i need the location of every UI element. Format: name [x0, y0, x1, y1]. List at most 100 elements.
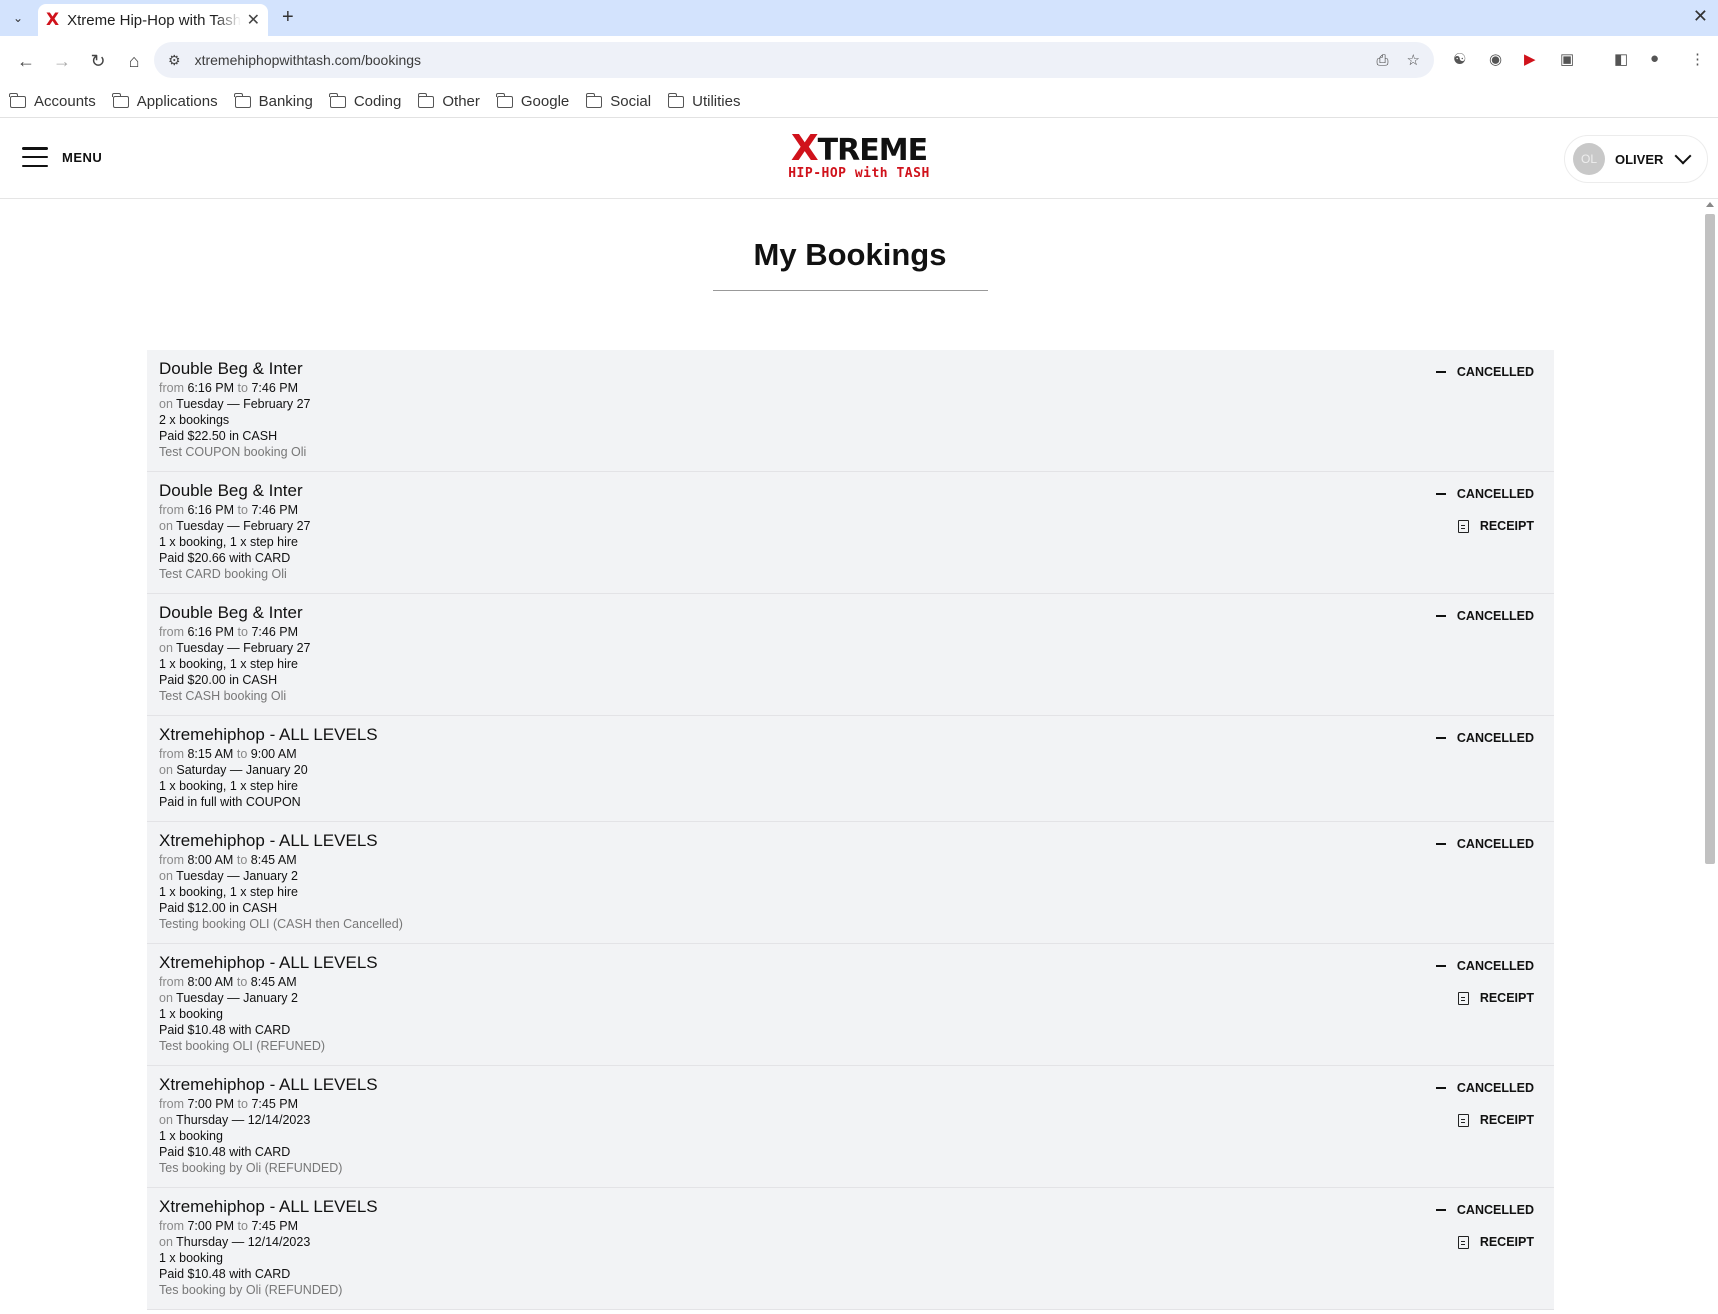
booking-title: Xtremehiphop - ALL LEVELS: [159, 1197, 378, 1216]
bookmark-folder[interactable]: Applications: [112, 92, 218, 110]
booking-payment: Paid $10.48 with CARD: [159, 1023, 291, 1037]
booking-payment: Paid $10.48 with CARD: [159, 1267, 291, 1281]
close-tab-icon[interactable]: ✕: [247, 10, 260, 30]
status-badge: CANCELLED: [1435, 1078, 1534, 1098]
browser-menu-icon[interactable]: ⋮: [1690, 50, 1705, 68]
status-badge: CANCELLED: [1435, 606, 1534, 626]
booking-date: on Tuesday — January 2: [159, 869, 298, 883]
booking-date: on Tuesday — February 27: [159, 641, 311, 655]
extension-icon[interactable]: ☯: [1453, 50, 1466, 68]
logo-subtitle: HIP-HOP with TASH: [788, 166, 930, 181]
forward-icon[interactable]: →: [44, 43, 80, 79]
scrollbar-thumb[interactable]: [1705, 214, 1715, 864]
site-info-icon[interactable]: ⚙: [168, 52, 181, 69]
booking-date: on Tuesday — February 27: [159, 397, 311, 411]
menu-label: MENU: [62, 149, 103, 165]
receipt-button[interactable]: RECEIPT: [1457, 988, 1534, 1008]
address-url[interactable]: xtremehiphopwithtash.com/bookings: [195, 52, 1359, 68]
booking-card: Xtremehiphop - ALL LEVELS from 7:00 PM t…: [147, 1188, 1554, 1310]
new-tab-icon[interactable]: +: [282, 6, 294, 29]
booking-title: Double Beg & Inter: [159, 359, 303, 378]
receipt-icon: [1457, 1235, 1469, 1249]
folder-icon: [585, 92, 603, 108]
bookmark-folder[interactable]: Coding: [329, 92, 402, 110]
status-badge: CANCELLED: [1435, 1200, 1534, 1220]
booking-card: Double Beg & Inter from 6:16 PM to 7:46 …: [147, 594, 1554, 716]
status-badge: CANCELLED: [1435, 728, 1534, 748]
title-divider: [713, 290, 988, 291]
chevron-down-icon: [1674, 147, 1692, 165]
folder-icon: [233, 92, 251, 108]
reload-icon[interactable]: ↻: [80, 43, 116, 79]
install-app-icon[interactable]: ⎙: [1377, 52, 1389, 69]
receipt-icon: [1457, 991, 1469, 1005]
bookmark-folder[interactable]: Other: [417, 92, 480, 110]
dash-icon: [1435, 843, 1446, 845]
booking-time: from 6:16 PM to 7:46 PM: [159, 625, 299, 639]
site-logo[interactable]: XTREME HIP-HOP with TASH: [784, 131, 934, 189]
folder-icon: [9, 92, 26, 108]
bookmark-label: Applications: [136, 93, 218, 110]
home-icon[interactable]: ⌂: [116, 43, 152, 79]
folder-icon: [496, 92, 513, 108]
camera-icon[interactable]: ◉: [1489, 50, 1502, 68]
bookmark-label: Google: [520, 93, 570, 110]
booking-time: from 7:00 PM to 7:45 PM: [159, 1097, 299, 1111]
booking-quantity: 2 x bookings: [159, 413, 230, 427]
booking-card: Xtremehiphop - ALL LEVELS from 8:00 AM t…: [147, 822, 1554, 944]
dash-icon: [1435, 493, 1446, 495]
booking-quantity: 1 x booking, 1 x step hire: [159, 657, 298, 671]
booking-payment: Paid in full with COUPON: [159, 795, 301, 809]
dash-icon: [1435, 371, 1446, 373]
booking-quantity: 1 x booking, 1 x step hire: [159, 535, 298, 549]
scroll-up-icon[interactable]: [1706, 202, 1714, 207]
bookings-list: Double Beg & Inter from 6:16 PM to 7:46 …: [147, 350, 1554, 1310]
dash-icon: [1435, 965, 1446, 967]
receipt-icon: [1457, 519, 1469, 533]
bookmark-label: Accounts: [34, 93, 96, 110]
folder-icon: [417, 92, 435, 108]
booking-quantity: 1 x booking: [159, 1007, 223, 1021]
bookmark-label: Coding: [353, 93, 402, 110]
booking-time: from 8:15 AM to 9:00 AM: [159, 747, 297, 761]
booking-date: on Tuesday — February 27: [159, 519, 311, 533]
dash-icon: [1435, 1087, 1446, 1089]
profile-avatar-icon[interactable]: ●: [1650, 50, 1659, 67]
bookmark-folder[interactable]: Google: [496, 92, 570, 110]
booking-quantity: 1 x booking: [159, 1129, 223, 1143]
extensions-puzzle-icon[interactable]: ▣: [1560, 50, 1574, 68]
browser-tab[interactable]: X Xtreme Hip-Hop with Tash ✕: [38, 4, 268, 36]
site-header: MENU XTREME HIP-HOP with TASH OL OLIVER: [0, 119, 1718, 199]
bookmark-star-icon[interactable]: ☆: [1407, 51, 1420, 69]
receipt-button[interactable]: RECEIPT: [1457, 1232, 1534, 1252]
booking-time: from 8:00 AM to 8:45 AM: [159, 853, 297, 867]
receipt-button[interactable]: RECEIPT: [1457, 516, 1534, 536]
bookmark-folder[interactable]: Accounts: [9, 92, 96, 110]
status-badge: CANCELLED: [1435, 956, 1534, 976]
close-window-icon[interactable]: ✕: [1693, 6, 1708, 27]
folder-icon: [112, 92, 129, 108]
bookmark-label: Utilities: [692, 93, 741, 110]
booking-title: Double Beg & Inter: [159, 481, 303, 500]
address-bar[interactable]: ⚙ xtremehiphopwithtash.com/bookings ⎙ ☆: [154, 42, 1434, 78]
record-icon[interactable]: ▶: [1524, 50, 1536, 68]
user-menu-button[interactable]: OL OLIVER: [1564, 135, 1708, 183]
user-name: OLIVER: [1615, 151, 1664, 167]
tab-search-icon[interactable]: ⌄: [6, 6, 30, 30]
booking-note: Test COUPON booking Oli: [159, 445, 307, 459]
booking-note: Test booking OLI (REFUNED): [159, 1039, 326, 1053]
menu-button[interactable]: MENU: [22, 147, 102, 167]
page-scrollbar[interactable]: [1702, 200, 1718, 1314]
booking-payment: Paid $10.48 with CARD: [159, 1145, 291, 1159]
side-panel-icon[interactable]: ◧: [1614, 50, 1628, 68]
bookmark-folder[interactable]: Social: [585, 92, 651, 110]
receipt-button[interactable]: RECEIPT: [1457, 1110, 1534, 1130]
bookmark-folder[interactable]: Banking: [233, 92, 313, 110]
dash-icon: [1435, 615, 1446, 617]
booking-time: from 6:16 PM to 7:46 PM: [159, 381, 299, 395]
booking-payment: Paid $22.50 in CASH: [159, 429, 278, 443]
bookmark-label: Banking: [258, 93, 313, 110]
booking-title: Xtremehiphop - ALL LEVELS: [159, 725, 378, 744]
bookmark-folder[interactable]: Utilities: [667, 92, 741, 110]
back-icon[interactable]: ←: [8, 43, 44, 79]
